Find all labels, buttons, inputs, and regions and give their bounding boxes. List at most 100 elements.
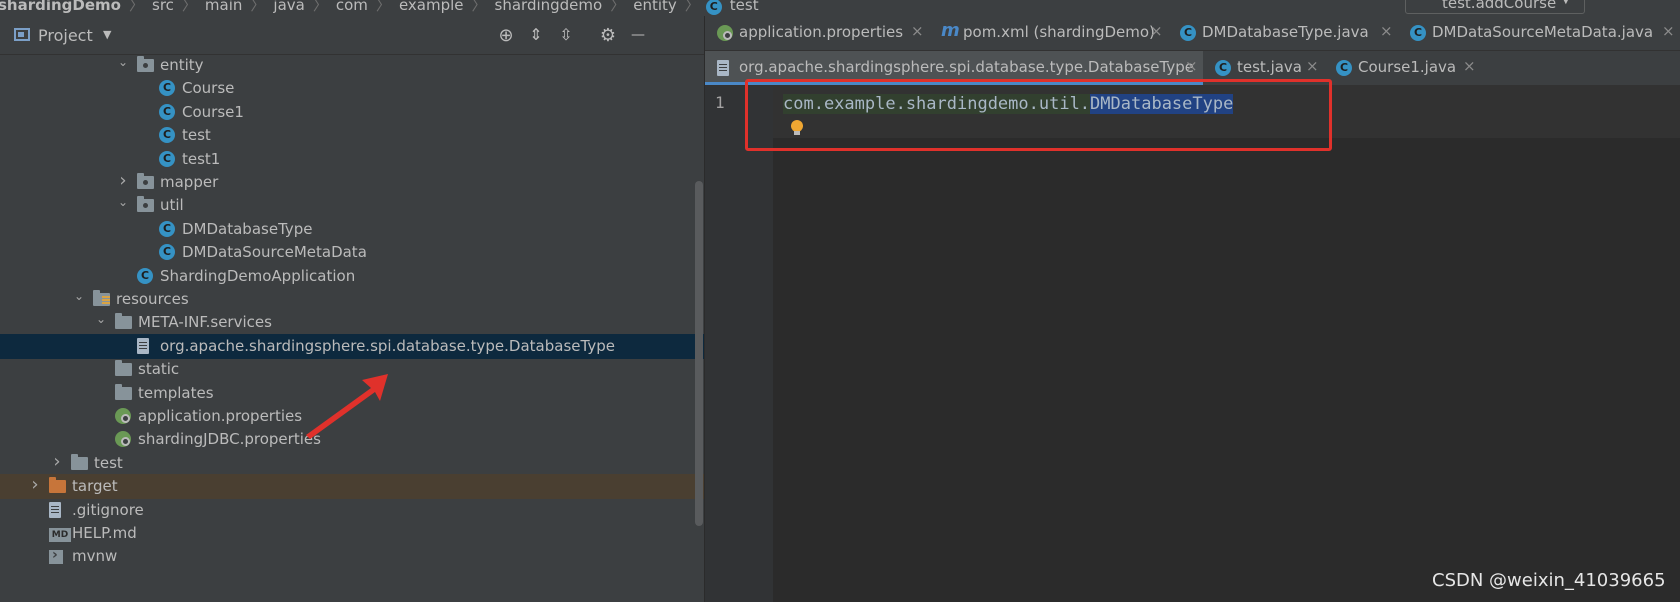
tree-item[interactable]: C DMDatabaseType — [0, 217, 704, 242]
tree-item[interactable]: Ctest1 — [0, 147, 704, 172]
class-icon: C — [159, 244, 175, 261]
chevron-right-icon[interactable]: › — [50, 451, 64, 472]
tree-item[interactable]: C Course — [0, 76, 704, 101]
class-icon: C — [159, 80, 175, 97]
tree-item[interactable]: MD HELP.md — [0, 521, 704, 546]
class-icon: C — [1336, 60, 1352, 76]
breadcrumb-item[interactable]: com — [336, 0, 368, 13]
class-icon: C — [159, 127, 175, 144]
package-folder-icon — [137, 173, 154, 189]
editor-tab[interactable]: C DMDataSourceMetaData.java × — [1398, 16, 1680, 50]
folder-icon — [115, 313, 132, 330]
close-icon[interactable]: × — [1185, 57, 1198, 75]
class-icon: C — [1410, 25, 1426, 41]
resources-folder-icon — [93, 290, 110, 306]
close-icon[interactable]: × — [1463, 57, 1476, 75]
tree-item[interactable]: ⌄ resources — [0, 287, 704, 312]
tree-item[interactable]: Ctest — [0, 123, 704, 148]
tree-item-label: application.properties — [138, 407, 303, 425]
spring-properties-icon — [115, 408, 131, 424]
chevron-right-icon[interactable]: › — [28, 474, 42, 495]
editor-tab[interactable]: C Course1.java × — [1324, 51, 1481, 85]
tree-item[interactable]: › test — [0, 451, 704, 476]
project-panel: Project ▼ ⊕ ⇕ ⇳ ⚙ — ⌄ entity C Course C Cours… — [0, 16, 704, 602]
tree-item-label: META-INF.services — [138, 313, 272, 332]
breadcrumb-item[interactable]: main — [205, 0, 242, 13]
close-icon[interactable]: × — [911, 22, 924, 40]
close-icon[interactable]: × — [1150, 22, 1163, 40]
locate-file-icon[interactable]: ⊕ — [496, 25, 516, 46]
editor-tab[interactable]: m pom.xml (shardingDemo) × — [929, 16, 1168, 50]
project-panel-header: Project ▼ ⊕ ⇕ ⇳ ⚙ — — [0, 16, 704, 55]
gear-icon[interactable]: ⚙ — [598, 25, 618, 46]
editor-area: application.properties × m pom.xml (shardin… — [705, 16, 1680, 602]
breadcrumb-item[interactable]: example — [399, 0, 464, 13]
shell-script-icon — [49, 547, 63, 565]
chevron-down-icon[interactable]: ⌄ — [116, 55, 130, 69]
maven-icon: m — [941, 20, 960, 41]
tree-item-label: Course — [182, 79, 235, 98]
annotation-highlight-box — [745, 79, 1332, 151]
breadcrumb-item[interactable]: src — [152, 0, 174, 13]
close-icon[interactable]: × — [1380, 22, 1393, 40]
breadcrumb-item[interactable]: shardingdemo — [495, 0, 603, 13]
tree-item[interactable]: ⌄ META-INF.services — [0, 310, 704, 335]
project-icon — [14, 28, 30, 41]
expand-all-icon[interactable]: ⇕ — [526, 25, 546, 44]
watermark: CSDN @weixin_41039665 — [1432, 570, 1666, 591]
chevron-down-icon: ▼ — [1562, 0, 1570, 6]
editor-tab-label: DMDatabaseType.java — [1202, 23, 1369, 41]
tree-item-label: test — [94, 453, 123, 472]
minimize-icon[interactable]: — — [628, 27, 648, 43]
tree-scrollbar[interactable] — [695, 181, 703, 526]
tree-item[interactable]: › mapper — [0, 170, 704, 195]
close-icon[interactable]: × — [1306, 57, 1319, 75]
class-icon: C — [159, 103, 175, 120]
tree-item[interactable]: ⌄ util — [0, 193, 704, 218]
breadcrumb-separator: 〉 — [684, 0, 700, 14]
tree-item-label: ShardingDemoApplication — [160, 266, 356, 285]
folder-icon — [71, 453, 88, 470]
breadcrumb-item[interactable]: java — [273, 0, 304, 13]
tree-item-label: target — [72, 477, 118, 496]
breadcrumb-item[interactable]: shardingDemo — [0, 0, 121, 13]
annotation-arrow-shape — [306, 374, 388, 439]
tree-item[interactable]: C DMDataSourceMetaData — [0, 240, 704, 265]
tree-item-label: templates — [138, 383, 214, 402]
run-configuration-selector[interactable]: test.addCourse ▼ — [1405, 0, 1585, 14]
line-number: 1 — [715, 93, 725, 112]
close-icon[interactable]: × — [1662, 22, 1675, 40]
editor-tab[interactable]: C DMDatabaseType.java × — [1168, 16, 1398, 50]
package-folder-icon — [137, 56, 154, 72]
tree-item[interactable]: C ShardingDemoApplication — [0, 264, 704, 289]
spring-app-class-icon: C — [137, 267, 153, 284]
chevron-down-icon[interactable]: ⌄ — [94, 312, 108, 326]
editor-tab[interactable]: application.properties × — [705, 16, 929, 50]
tree-item[interactable]: C Course1 — [0, 100, 704, 125]
tree-item-label: DMDatabaseType — [182, 219, 313, 238]
class-icon: C — [1215, 60, 1231, 76]
chevron-right-icon[interactable]: › — [116, 170, 130, 191]
folder-icon — [115, 360, 132, 377]
tree-item[interactable]: mvnw — [0, 544, 704, 569]
tree-item-label: mvnw — [72, 547, 118, 566]
annotation-arrow — [306, 374, 388, 439]
text-file-icon — [49, 501, 61, 518]
breadcrumb-separator: 〉 — [181, 0, 197, 14]
breadcrumb-item[interactable]: entity — [633, 0, 677, 13]
project-panel-title[interactable]: Project — [38, 26, 93, 45]
tree-item[interactable]: .gitignore — [0, 498, 704, 523]
tree-item[interactable]: › target — [0, 474, 704, 500]
chevron-down-icon[interactable]: ⌄ — [116, 195, 130, 209]
tree-item-label: test1 — [182, 149, 221, 168]
breadcrumb-item[interactable]: test — [730, 0, 759, 13]
chevron-down-icon[interactable]: ⌄ — [72, 289, 86, 303]
collapse-all-icon[interactable]: ⇳ — [556, 25, 576, 44]
editor-gutter — [705, 86, 773, 602]
editor-tab-label: Course1.java — [1358, 58, 1457, 76]
tree-item-label: .gitignore — [72, 500, 144, 519]
editor-tab-label: pom.xml (shardingDemo) — [963, 23, 1155, 41]
tree-item[interactable]: org.apache.shardingsphere.spi.database.t… — [0, 333, 704, 359]
tree-item[interactable]: ⌄ entity — [0, 53, 704, 78]
chevron-down-icon[interactable]: ▼ — [103, 28, 111, 41]
